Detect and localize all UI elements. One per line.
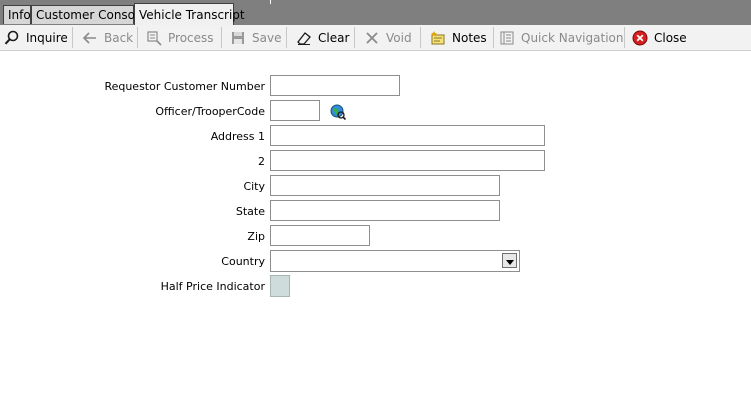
city-field[interactable] (270, 175, 500, 196)
toolbar-separator (72, 27, 73, 48)
state-field[interactable] (270, 200, 500, 221)
tab-strip: Info Customer Console Vehicle Transcript (0, 0, 751, 25)
half-price-indicator-label: Half Price Indicator (160, 280, 265, 293)
zip-label: Zip (247, 230, 265, 243)
lookup-globe-icon[interactable] (330, 104, 347, 121)
clear-button[interactable]: Clear (296, 25, 349, 50)
magnifier-icon (4, 30, 20, 46)
zip-field[interactable] (270, 225, 370, 246)
country-dropdown-button[interactable] (502, 253, 517, 268)
save-button[interactable]: Save (230, 25, 281, 50)
save-label: Save (252, 30, 282, 45)
address1-label: Address 1 (210, 130, 265, 143)
void-label: Void (386, 30, 412, 45)
toolbar: Inquire Back Process Save Clear Void Not… (0, 25, 751, 51)
toolbar-separator (493, 27, 494, 48)
quick-navigation-button[interactable]: Quick Navigation (499, 25, 623, 50)
quick-navigation-icon (499, 30, 515, 46)
notes-icon (430, 30, 446, 46)
back-label: Back (104, 30, 134, 45)
country-select[interactable] (270, 250, 520, 272)
save-disk-icon (230, 30, 246, 46)
toolbar-separator (624, 27, 625, 48)
close-button[interactable]: Close (632, 25, 687, 50)
process-label: Process (168, 30, 214, 45)
tab-strip-marker (270, 0, 271, 4)
clear-label: Clear (318, 30, 350, 45)
void-button[interactable]: Void (364, 25, 412, 50)
eraser-icon (296, 30, 312, 46)
inquire-label: Inquire (26, 30, 68, 45)
toolbar-separator (221, 27, 222, 48)
close-circle-icon (632, 30, 648, 46)
back-arrow-icon (82, 30, 98, 46)
toolbar-separator (354, 27, 355, 48)
country-label: Country (221, 255, 265, 268)
requestor-customer-number-field[interactable] (270, 75, 400, 96)
process-button[interactable]: Process (146, 25, 214, 50)
half-price-indicator-checkbox[interactable] (270, 275, 290, 297)
notes-button[interactable]: Notes (430, 25, 487, 50)
state-label: State (235, 205, 265, 218)
tab-customer-console[interactable]: Customer Console (31, 5, 146, 24)
close-label: Close (654, 30, 687, 45)
back-button[interactable]: Back (82, 25, 133, 50)
inquire-button[interactable]: Inquire (4, 25, 68, 50)
officer-trooper-code-label: Officer/TrooperCode (155, 105, 265, 118)
tab-vehicle-transcript[interactable]: Vehicle Transcript (134, 3, 245, 25)
quick-navigation-label: Quick Navigation (521, 30, 624, 45)
toolbar-separator (420, 27, 421, 48)
process-icon (146, 30, 162, 46)
city-label: City (243, 180, 265, 193)
toolbar-separator (286, 27, 287, 48)
toolbar-separator (137, 27, 138, 48)
void-x-icon (364, 30, 380, 46)
requestor-customer-number-label: Requestor Customer Number (104, 80, 265, 93)
address2-label: 2 (258, 155, 265, 168)
address1-field[interactable] (270, 125, 545, 146)
dropdown-arrow-icon (505, 254, 514, 268)
address2-field[interactable] (270, 150, 545, 171)
officer-trooper-code-field[interactable] (270, 100, 320, 121)
tab-info[interactable]: Info (3, 5, 31, 24)
notes-label: Notes (452, 30, 487, 45)
